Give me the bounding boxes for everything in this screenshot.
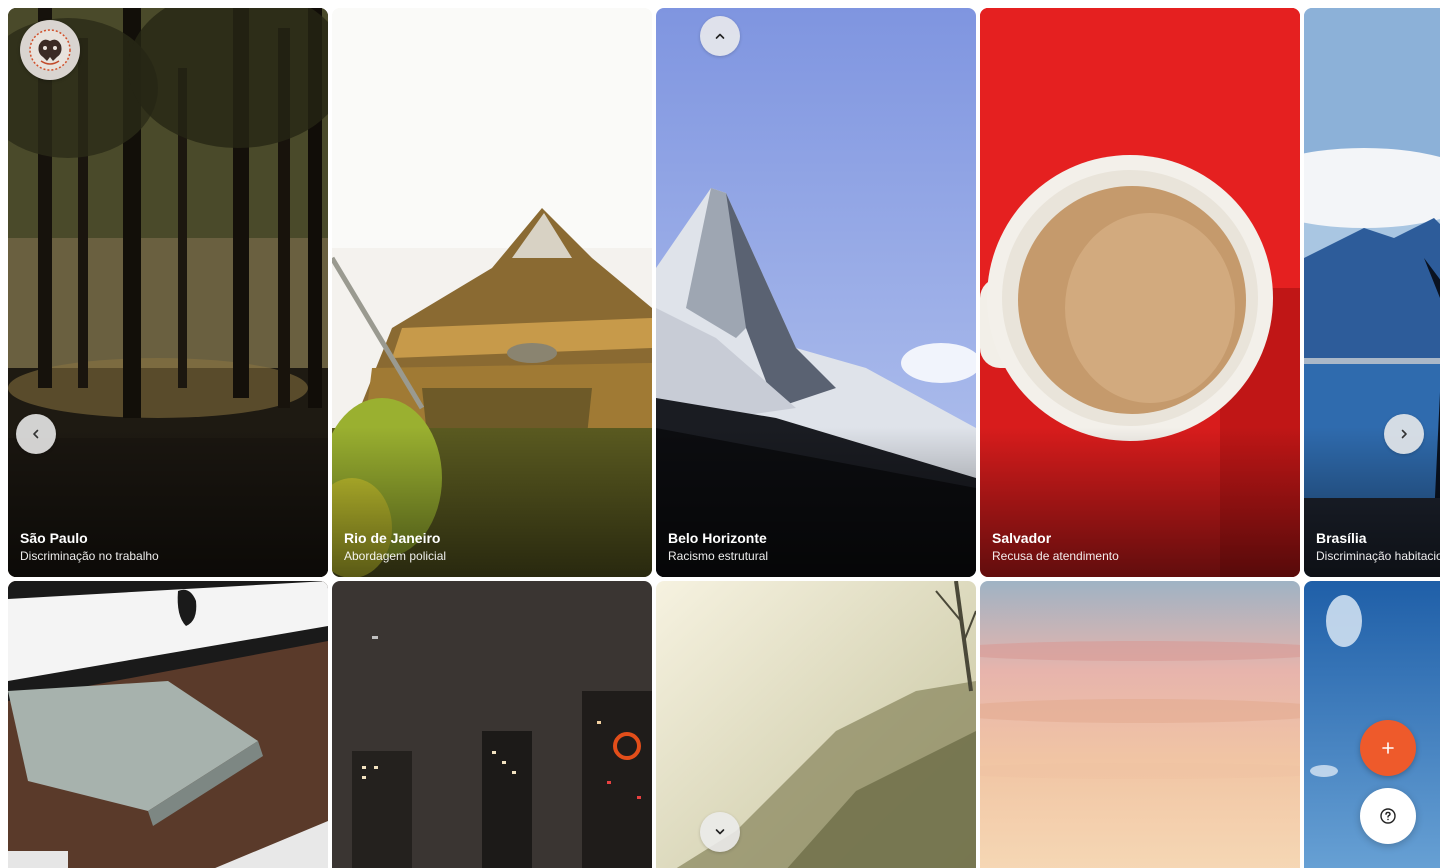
card-desk-computer[interactable] <box>8 581 328 868</box>
chevron-right-icon <box>1401 429 1407 439</box>
emblem-icon <box>29 29 71 71</box>
card-city: São Paulo <box>20 530 88 546</box>
city-night-image <box>332 581 652 868</box>
card-city: Brasília <box>1316 530 1367 546</box>
chevron-left-icon <box>33 429 39 439</box>
help-button[interactable] <box>1360 788 1416 844</box>
card-sunset-sky[interactable] <box>980 581 1300 868</box>
plus-icon <box>1382 742 1394 754</box>
card-issue: Racismo estrutural <box>668 549 769 563</box>
card-sao-paulo[interactable]: São Paulo Discriminação no trabalho <box>8 8 328 577</box>
sunset-sky-image <box>980 581 1300 868</box>
scroll-down-button[interactable] <box>700 812 740 852</box>
card-city: Salvador <box>992 530 1052 546</box>
card-brasilia[interactable]: Brasília Discriminação habitacional <box>1304 8 1440 577</box>
card-issue: Abordagem policial <box>344 549 447 563</box>
logo[interactable] <box>20 20 80 80</box>
previous-button[interactable] <box>16 414 56 454</box>
card-issue: Discriminação no trabalho <box>20 549 159 563</box>
card-issue: Discriminação habitacional <box>1316 549 1440 563</box>
photo-grid: São Paulo Discriminação no trabalho Rio … <box>8 8 1440 868</box>
scroll-up-button[interactable] <box>700 16 740 56</box>
add-button[interactable] <box>1360 720 1416 776</box>
card-rio-de-janeiro[interactable]: Rio de Janeiro Abordagem policial <box>332 8 652 577</box>
next-button[interactable] <box>1384 414 1424 454</box>
card-belo-horizonte[interactable]: Belo Horizonte Racismo estrutural <box>656 8 976 577</box>
card-salvador[interactable]: Salvador Recusa de atendimento <box>980 8 1300 577</box>
desk-computer-image <box>8 581 328 868</box>
chevron-up-icon <box>715 33 725 39</box>
card-city: Rio de Janeiro <box>344 530 441 546</box>
card-city-night[interactable] <box>332 581 652 868</box>
help-circle-icon <box>1380 808 1396 824</box>
chevron-down-icon <box>715 829 725 835</box>
card-city: Belo Horizonte <box>668 530 767 546</box>
card-issue: Recusa de atendimento <box>992 549 1119 563</box>
